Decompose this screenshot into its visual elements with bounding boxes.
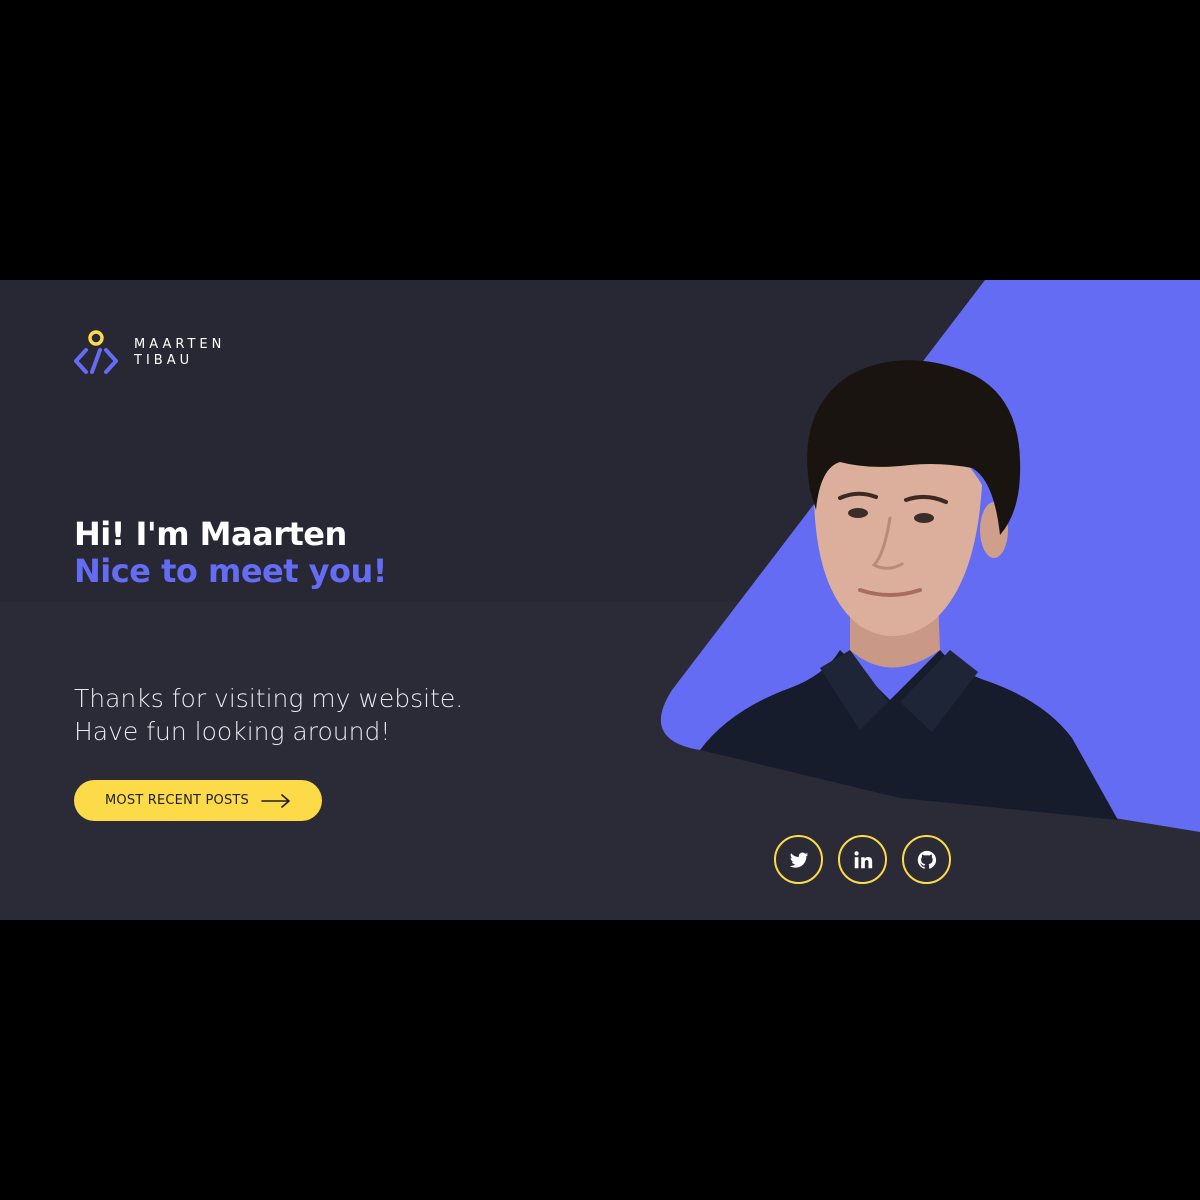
- twitter-link[interactable]: [774, 835, 823, 884]
- twitter-icon: [789, 852, 808, 868]
- github-icon: [917, 850, 936, 869]
- logo-name-line2: TIBAU: [134, 353, 194, 368]
- most-recent-posts-button[interactable]: MOST RECENT POSTS: [74, 780, 322, 821]
- tagline-text: Nice to meet you!: [74, 552, 387, 590]
- intro-line-1: Thanks for visiting my website.: [74, 684, 464, 713]
- profile-photo: [700, 360, 1118, 820]
- intro-line-2: Have fun looking around!: [74, 717, 391, 746]
- arrow-right-icon: [261, 793, 290, 808]
- linkedin-link[interactable]: [838, 835, 887, 884]
- logo-name-line1: MAARTEN: [134, 337, 226, 352]
- hero-banner: MAARTEN TIBAU Hi! I'm Maarten Nice to me…: [0, 280, 1200, 920]
- cta-label: MOST RECENT POSTS: [104, 793, 250, 808]
- github-link[interactable]: [902, 835, 951, 884]
- linkedin-icon: [853, 850, 872, 868]
- code-pin-icon: [74, 330, 118, 374]
- logo-text: MAARTEN TIBAU: [134, 337, 225, 369]
- hero-headline: Hi! I'm Maarten Nice to meet you!: [74, 516, 387, 590]
- intro-text: Thanks for visiting my website. Have fun…: [74, 682, 463, 748]
- greeting-text: Hi! I'm Maarten: [74, 515, 347, 553]
- social-links: [774, 835, 951, 884]
- site-logo[interactable]: MAARTEN TIBAU: [72, 330, 225, 376]
